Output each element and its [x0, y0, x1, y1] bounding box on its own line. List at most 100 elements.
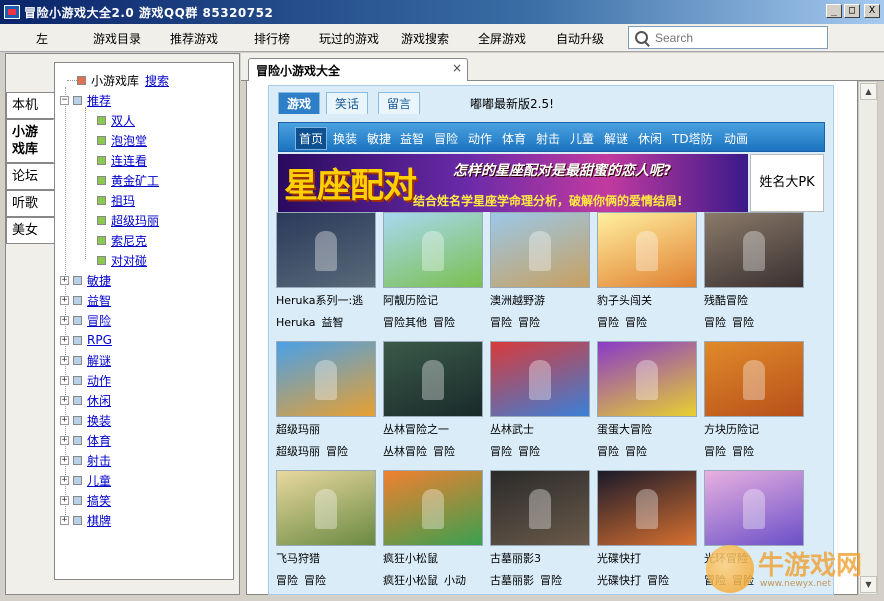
game-card[interactable]: 残酷冒险 冒险 冒险 — [704, 212, 808, 332]
game-title[interactable]: 丛林冒险之一 — [383, 421, 487, 437]
game-thumbnail[interactable] — [597, 341, 697, 417]
game-title[interactable]: 方块历险记 — [704, 421, 808, 437]
vertical-scrollbar[interactable]: ▲ ▼ — [858, 81, 878, 595]
expand-icon[interactable]: + — [60, 295, 69, 305]
tree-search-link[interactable]: 搜索 — [145, 72, 169, 89]
game-tag[interactable]: 古墓丽影 — [490, 574, 534, 587]
game-tag[interactable]: 丛林冒险 — [383, 445, 427, 458]
tree-item-category[interactable]: + 换装 — [60, 411, 111, 429]
tree-label[interactable]: 对对碰 — [111, 252, 147, 269]
name-pk-banner[interactable]: 姓名大PK — [750, 154, 824, 212]
game-title[interactable]: Heruka系列一:逃 — [276, 292, 380, 308]
tree-subitem[interactable]: 泡泡堂 — [97, 131, 147, 149]
tab-music[interactable]: 听歌 — [6, 190, 54, 217]
game-title[interactable]: 丛林武士 — [490, 421, 594, 437]
tree-label[interactable]: 儿童 — [87, 472, 111, 489]
game-tag[interactable]: 冒险 — [625, 316, 647, 329]
game-thumbnail[interactable] — [383, 212, 483, 288]
game-card[interactable]: 超级玛丽 超级玛丽 冒险 — [276, 341, 380, 461]
tab-messages[interactable]: 留言 — [378, 92, 421, 114]
tree-item-category[interactable]: + 搞笑 — [60, 491, 111, 509]
tree-item-category[interactable]: + 益智 — [60, 291, 111, 309]
expand-icon[interactable]: + — [60, 515, 69, 525]
expand-icon[interactable]: + — [60, 475, 69, 485]
tree-label[interactable]: 黄金矿工 — [111, 172, 159, 189]
game-card[interactable]: 疯狂小松鼠 疯狂小松鼠 小动 — [383, 470, 487, 590]
tree-label[interactable]: 搞笑 — [87, 492, 111, 509]
tree-label[interactable]: RPG — [87, 333, 112, 347]
game-card[interactable]: Heruka系列一:逃 Heruka 益智 — [276, 212, 380, 332]
tree-label[interactable]: 益智 — [87, 292, 111, 309]
tree-label[interactable]: 换装 — [87, 412, 111, 429]
game-thumbnail[interactable] — [490, 470, 590, 546]
expand-icon[interactable]: + — [60, 395, 69, 405]
close-icon[interactable]: × — [452, 61, 462, 75]
game-tag[interactable]: 冒险 — [433, 316, 455, 329]
game-title[interactable]: 古墓丽影3 — [490, 550, 594, 566]
tree-subitem[interactable]: 对对碰 — [97, 251, 147, 269]
game-card[interactable]: 阿靓历险记 冒险其他 冒险 — [383, 212, 487, 332]
expand-icon[interactable]: + — [60, 415, 69, 425]
game-title[interactable]: 阿靓历险记 — [383, 292, 487, 308]
game-card[interactable]: 丛林冒险之一 丛林冒险 冒险 — [383, 341, 487, 461]
game-tag[interactable]: 疯狂小松鼠 — [383, 574, 438, 587]
tree-label[interactable]: 推荐 — [87, 92, 111, 109]
expand-icon[interactable]: + — [60, 355, 69, 365]
game-thumbnail[interactable] — [490, 341, 590, 417]
game-thumbnail[interactable] — [276, 470, 376, 546]
expand-icon[interactable]: + — [60, 495, 69, 505]
tree-label[interactable]: 泡泡堂 — [111, 132, 147, 149]
tree-label[interactable]: 动作 — [87, 372, 111, 389]
game-thumbnail[interactable] — [704, 212, 804, 288]
collapse-icon[interactable]: − — [60, 95, 69, 105]
game-tag[interactable]: 冒险 — [276, 574, 298, 587]
game-tag[interactable]: 冒险 — [326, 445, 348, 458]
tab-game-library[interactable]: 小游 戏库 — [6, 119, 54, 163]
menu-left[interactable]: 左 — [36, 30, 48, 47]
tree-subitem[interactable]: 连连看 — [97, 151, 147, 169]
game-thumbnail[interactable] — [276, 212, 376, 288]
game-thumbnail[interactable] — [383, 341, 483, 417]
game-tag[interactable]: 冒险 — [647, 574, 669, 587]
search-icon[interactable] — [633, 29, 651, 47]
tree-label[interactable]: 敏捷 — [87, 272, 111, 289]
tree-label[interactable]: 射击 — [87, 452, 111, 469]
game-card[interactable]: 豹子头闯关冒险 冒险 — [597, 212, 701, 332]
category-item[interactable]: 敏捷 — [367, 130, 391, 147]
scroll-up-icon[interactable]: ▲ — [860, 83, 877, 100]
game-thumbnail[interactable] — [597, 212, 697, 288]
game-thumbnail[interactable] — [704, 470, 804, 546]
maximize-button[interactable]: □ — [844, 4, 860, 18]
tree-subitem[interactable]: 黄金矿工 — [97, 171, 159, 189]
category-item[interactable]: 动画 — [724, 130, 748, 147]
category-item[interactable]: 体育 — [502, 130, 526, 147]
game-title[interactable]: 澳洲越野游 — [490, 292, 594, 308]
tree-item-category[interactable]: + 敏捷 — [60, 271, 111, 289]
tree-label[interactable]: 休闲 — [87, 392, 111, 409]
category-item[interactable]: 解谜 — [604, 130, 628, 147]
menu-game-search[interactable]: 游戏搜索 — [401, 30, 449, 47]
game-card[interactable]: 方块历险记 冒险 冒险 — [704, 341, 808, 461]
game-thumbnail[interactable] — [490, 212, 590, 288]
game-tag[interactable]: 冒险 — [597, 445, 619, 458]
promo-banner[interactable]: 星座配对 怎样的星座配对是最甜蜜的恋人呢? 结合姓名学星座学命理分析，破解你俩的… — [278, 154, 748, 212]
category-home[interactable]: 首页 — [295, 127, 328, 150]
game-tag[interactable]: 冒险 — [304, 574, 326, 587]
tab-forum[interactable]: 论坛 — [6, 163, 54, 190]
expand-icon[interactable]: + — [60, 455, 69, 465]
game-tag[interactable]: 冒险 — [732, 445, 754, 458]
expand-icon[interactable]: + — [60, 275, 69, 285]
game-tag[interactable]: 小动 — [444, 574, 466, 587]
tab-local[interactable]: 本机 — [6, 92, 54, 119]
close-button[interactable]: X — [864, 4, 880, 18]
game-tag[interactable]: 冒险 — [597, 316, 619, 329]
game-tag[interactable]: 冒险 — [540, 574, 562, 587]
tree-subitem[interactable]: 索尼克 — [97, 231, 147, 249]
category-item[interactable]: 换装 — [333, 130, 357, 147]
game-tag[interactable]: 冒险 — [518, 316, 540, 329]
menu-auto-update[interactable]: 自动升级 — [556, 30, 604, 47]
game-title[interactable]: 豹子头闯关 — [597, 292, 701, 308]
tree-label[interactable]: 双人 — [111, 112, 135, 129]
game-title[interactable]: 光碟快打 — [597, 550, 701, 566]
game-card[interactable]: 光碟快打 光碟快打 冒险 — [597, 470, 701, 590]
